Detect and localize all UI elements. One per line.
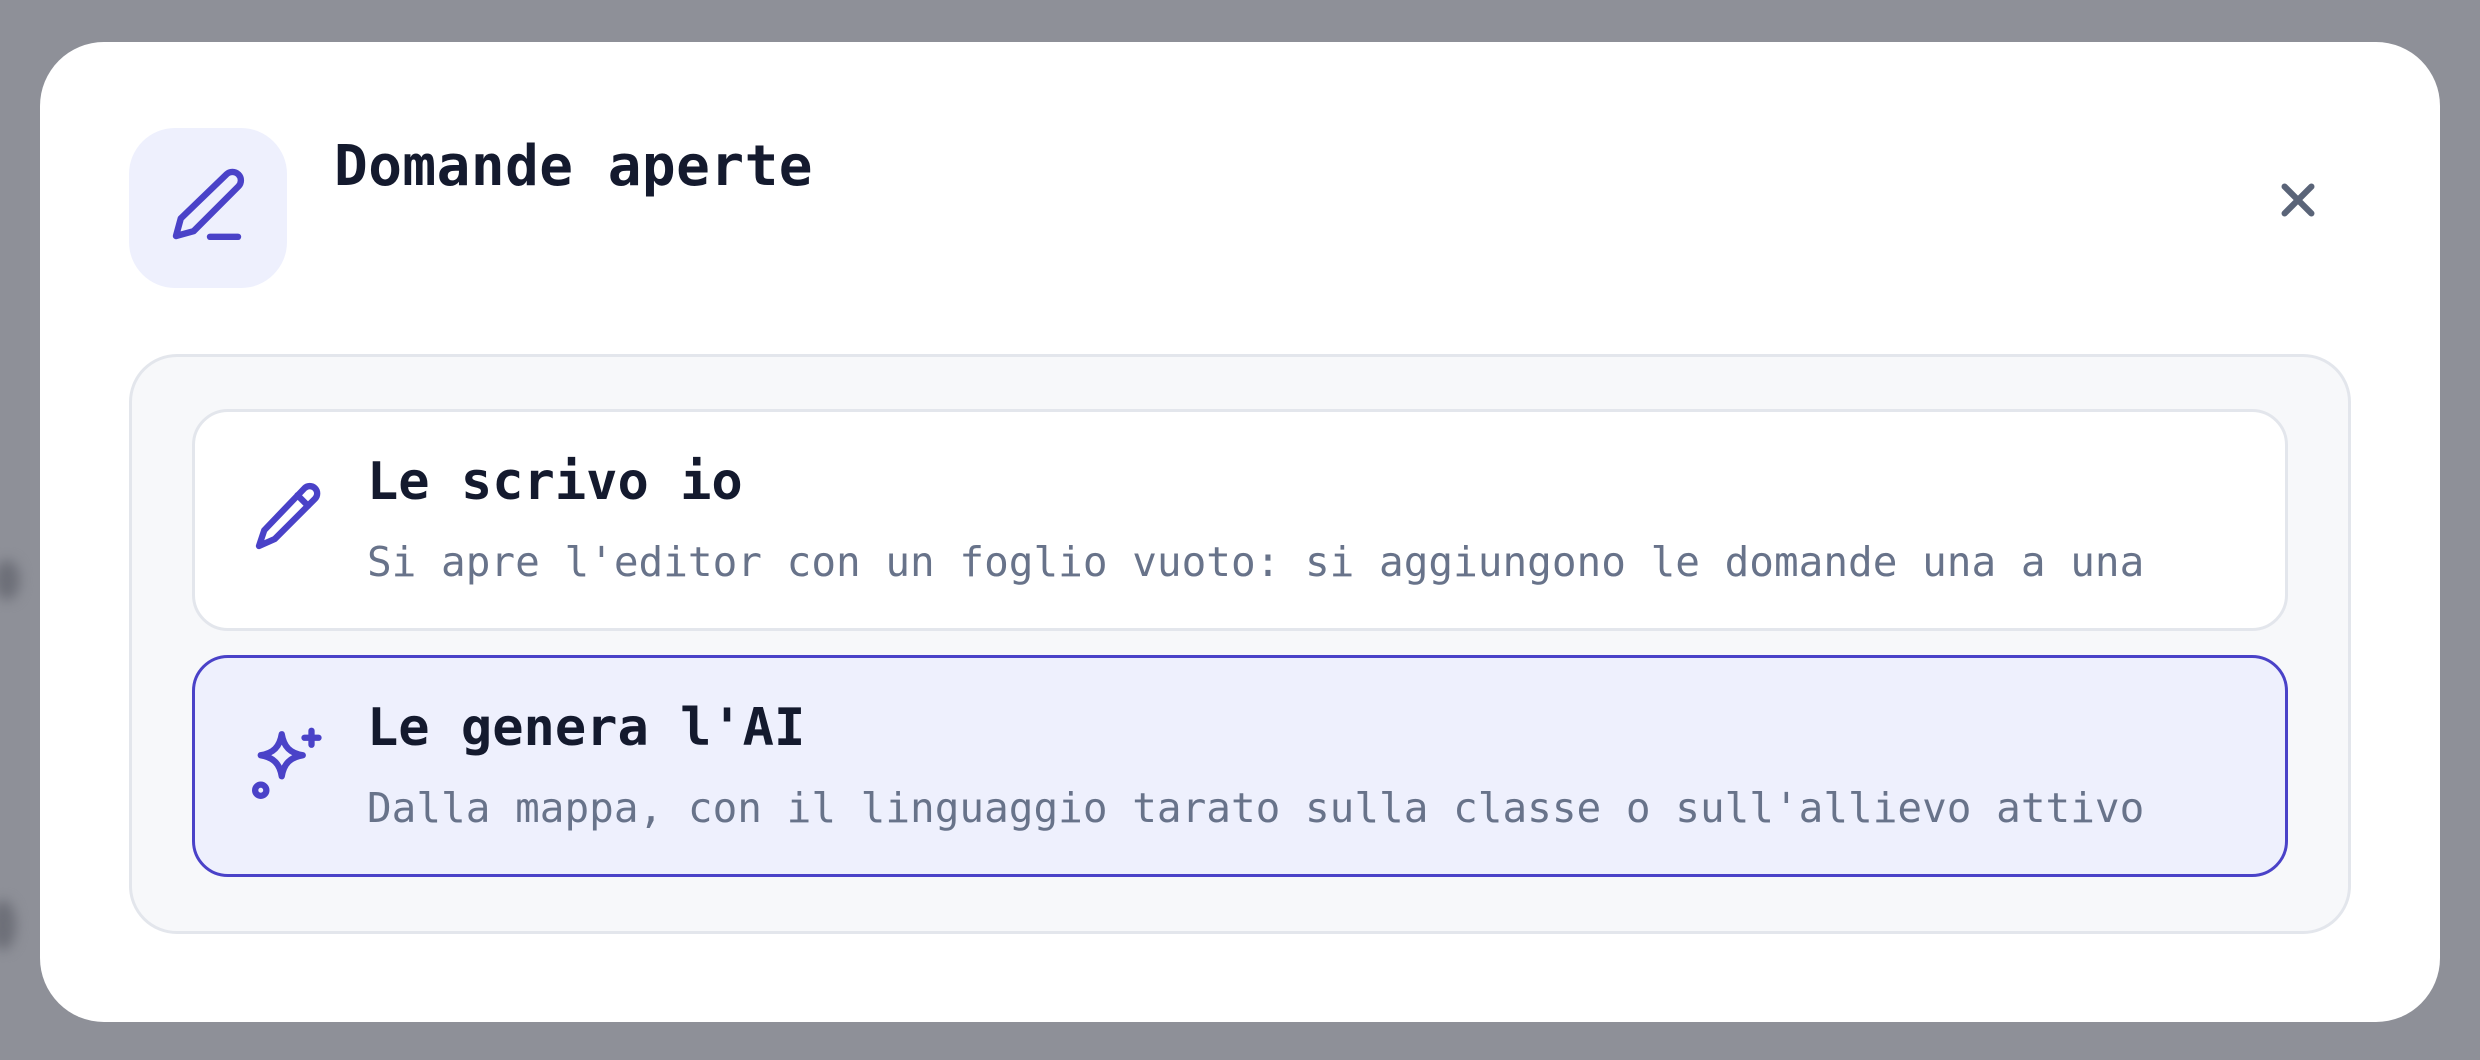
open-questions-dialog: Domande aperte Le scrivo io Si apre l'ed…: [40, 42, 2440, 1022]
pencil-icon: [255, 482, 321, 550]
option-title: Le scrivo io: [367, 452, 743, 512]
sparkles-icon: [252, 727, 322, 799]
option-title: Le genera l'AI: [367, 698, 806, 758]
option-ai-generate[interactable]: Le genera l'AI Dalla mappa, con il lingu…: [192, 655, 2288, 877]
dialog-title: Domande aperte: [334, 134, 814, 199]
options-panel: Le scrivo io Si apre l'editor con un fog…: [129, 354, 2351, 934]
option-description: Dalla mappa, con il linguaggio tarato su…: [367, 784, 2145, 832]
backdrop-blur-spot: [0, 900, 16, 950]
pencil-line-icon: [172, 168, 245, 240]
option-icon: [245, 722, 329, 806]
header-icon-badge: [129, 128, 287, 288]
option-write-myself[interactable]: Le scrivo io Si apre l'editor con un fog…: [192, 409, 2288, 631]
backdrop-blur-spot: [0, 560, 20, 600]
close-button[interactable]: [2260, 162, 2336, 238]
option-icon: [245, 476, 329, 560]
close-icon: [2281, 183, 2315, 217]
option-description: Si apre l'editor con un foglio vuoto: si…: [367, 538, 2145, 586]
